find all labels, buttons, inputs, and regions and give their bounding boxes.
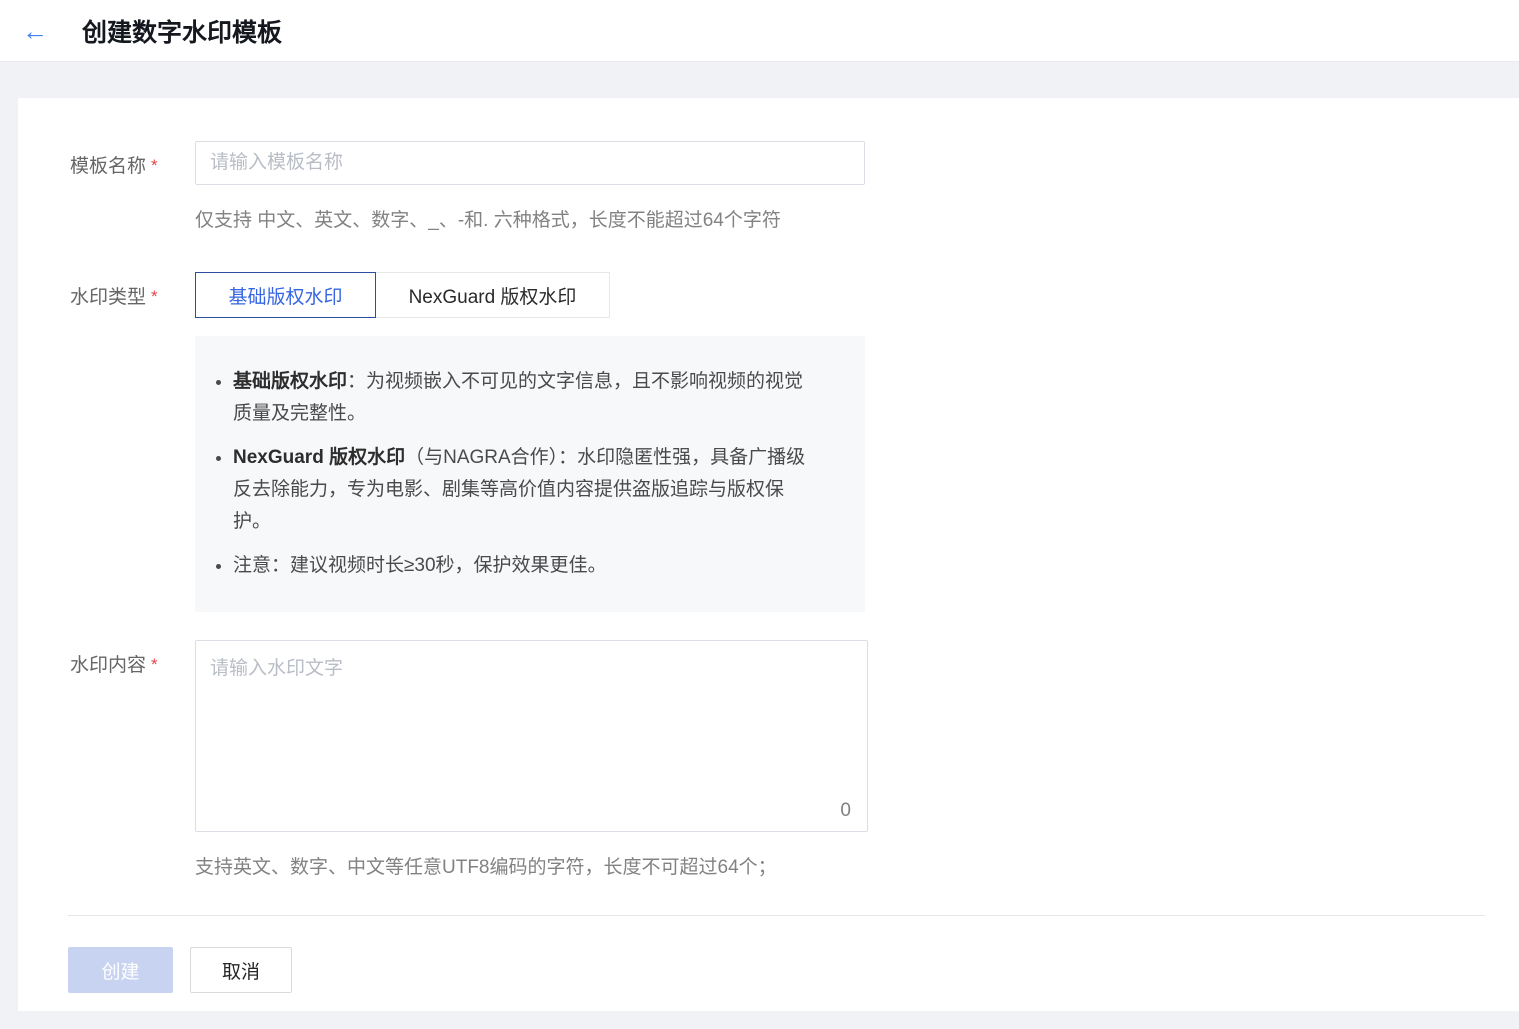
watermark-type-control: 基础版权水印 NexGuard 版权水印 基础版权水印：为视频嵌入不可见的文字信… (195, 272, 868, 612)
watermark-content-control: 0 支持英文、数字、中文等任意UTF8编码的字符，长度不可超过64个； (195, 640, 868, 879)
cancel-button[interactable]: 取消 (190, 947, 292, 993)
info-item-basic: 基础版权水印：为视频嵌入不可见的文字信息，且不影响视频的视觉质量及完整性。 (233, 366, 821, 430)
watermark-content-helper: 支持英文、数字、中文等任意UTF8编码的字符，长度不可超过64个； (195, 857, 777, 878)
info-item-basic-term: 基础版权水印 (233, 371, 348, 392)
tab-nexguard-copyright-watermark[interactable]: NexGuard 版权水印 (375, 272, 610, 318)
template-name-label: 模板名称 * (70, 141, 195, 178)
required-asterisk: * (151, 287, 158, 306)
required-asterisk: * (151, 655, 158, 674)
form-row-template-name: 模板名称* 仅支持 中文、英文、数字、_、-和. 六种格式，长度不能超过64个字… (70, 141, 1519, 232)
watermark-type-label: 水印类型 * (70, 272, 195, 309)
back-arrow-icon[interactable]: ← (22, 18, 48, 44)
form-row-watermark-type: 水印类型* 基础版权水印 NexGuard 版权水印 基础版权水印：为视频嵌入不… (70, 272, 1519, 612)
create-button[interactable]: 创建 (68, 947, 173, 993)
form-card: 模板名称* 仅支持 中文、英文、数字、_、-和. 六种格式，长度不能超过64个字… (18, 98, 1519, 1011)
watermark-type-tabs: 基础版权水印 NexGuard 版权水印 (195, 272, 868, 318)
footer-divider (68, 915, 1485, 916)
char-counter: 0 (840, 800, 851, 821)
info-item-nexguard-term: NexGuard 版权水印 (233, 447, 406, 468)
page-header: ← 创建数字水印模板 (0, 0, 1519, 62)
footer-buttons: 创建 取消 (68, 947, 1519, 993)
info-item-notice: 注意：建议视频时长≥30秒，保护效果更佳。 (233, 550, 821, 582)
page-title: 创建数字水印模板 (82, 18, 283, 47)
watermark-type-info-box: 基础版权水印：为视频嵌入不可见的文字信息，且不影响视频的视觉质量及完整性。 Ne… (195, 336, 865, 612)
info-list: 基础版权水印：为视频嵌入不可见的文字信息，且不影响视频的视觉质量及完整性。 Ne… (211, 366, 821, 582)
watermark-content-textarea[interactable] (195, 640, 868, 832)
tab-basic-copyright-watermark[interactable]: 基础版权水印 (195, 272, 376, 318)
template-name-control: 仅支持 中文、英文、数字、_、-和. 六种格式，长度不能超过64个字符 (195, 141, 868, 232)
required-asterisk: * (151, 156, 158, 175)
watermark-content-label-text: 水印内容 (70, 655, 147, 676)
template-name-label-text: 模板名称 (70, 156, 147, 177)
info-item-nexguard: NexGuard 版权水印（与NAGRA合作）：水印隐匿性强，具备广播级反去除能… (233, 442, 821, 538)
watermark-content-label: 水印内容 * (70, 640, 195, 677)
form-row-watermark-content: 水印内容* 0 支持英文、数字、中文等任意UTF8编码的字符，长度不可超过64个… (70, 640, 1519, 879)
watermark-type-label-text: 水印类型 (70, 287, 147, 308)
info-item-notice-text: 注意：建议视频时长≥30秒，保护效果更佳。 (233, 555, 607, 576)
content-area: 模板名称* 仅支持 中文、英文、数字、_、-和. 六种格式，长度不能超过64个字… (0, 98, 1519, 1011)
template-name-helper: 仅支持 中文、英文、数字、_、-和. 六种格式，长度不能超过64个字符 (195, 210, 781, 231)
watermark-content-textarea-wrap: 0 (195, 640, 868, 832)
template-name-input[interactable] (195, 141, 865, 185)
